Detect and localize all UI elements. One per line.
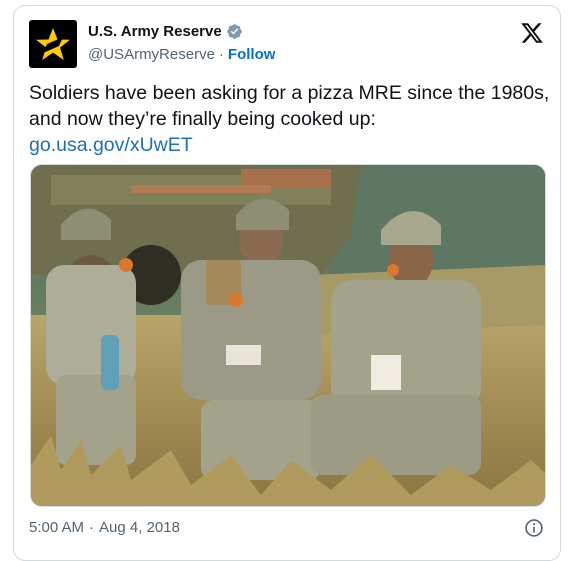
account-name[interactable]: U.S. Army Reserve	[88, 23, 222, 40]
tweet-link[interactable]: go.usa.gov/xUwET	[29, 132, 554, 158]
handle-separator: ·	[218, 46, 224, 63]
follow-button[interactable]: Follow	[228, 46, 276, 63]
army-star-logo-icon	[36, 28, 70, 60]
tweet-card[interactable]: U.S. Army Reserve @USArmyReserve · Follo…	[13, 5, 561, 561]
tweet-meta: 5:00 AM · Aug 4, 2018	[29, 519, 180, 536]
account-handle-row: @USArmyReserve · Follow	[88, 46, 275, 63]
account-avatar[interactable]	[29, 20, 77, 68]
account-handle[interactable]: @USArmyReserve	[88, 46, 215, 63]
tweet-time[interactable]: 5:00 AM	[29, 519, 84, 536]
meta-separator: ·	[89, 519, 95, 536]
account-name-row: U.S. Army Reserve	[88, 23, 243, 40]
tweet-date[interactable]: Aug 4, 2018	[99, 519, 180, 536]
x-logo-icon[interactable]	[520, 21, 544, 45]
verified-badge-icon	[226, 24, 242, 39]
tweet-text: Soldiers have been asking for a pizza MR…	[29, 80, 554, 158]
info-icon[interactable]	[524, 518, 544, 538]
tweet-body: Soldiers have been asking for a pizza MR…	[29, 82, 550, 130]
soldiers-photo-image	[31, 165, 545, 506]
tweet-photo[interactable]	[30, 164, 546, 507]
